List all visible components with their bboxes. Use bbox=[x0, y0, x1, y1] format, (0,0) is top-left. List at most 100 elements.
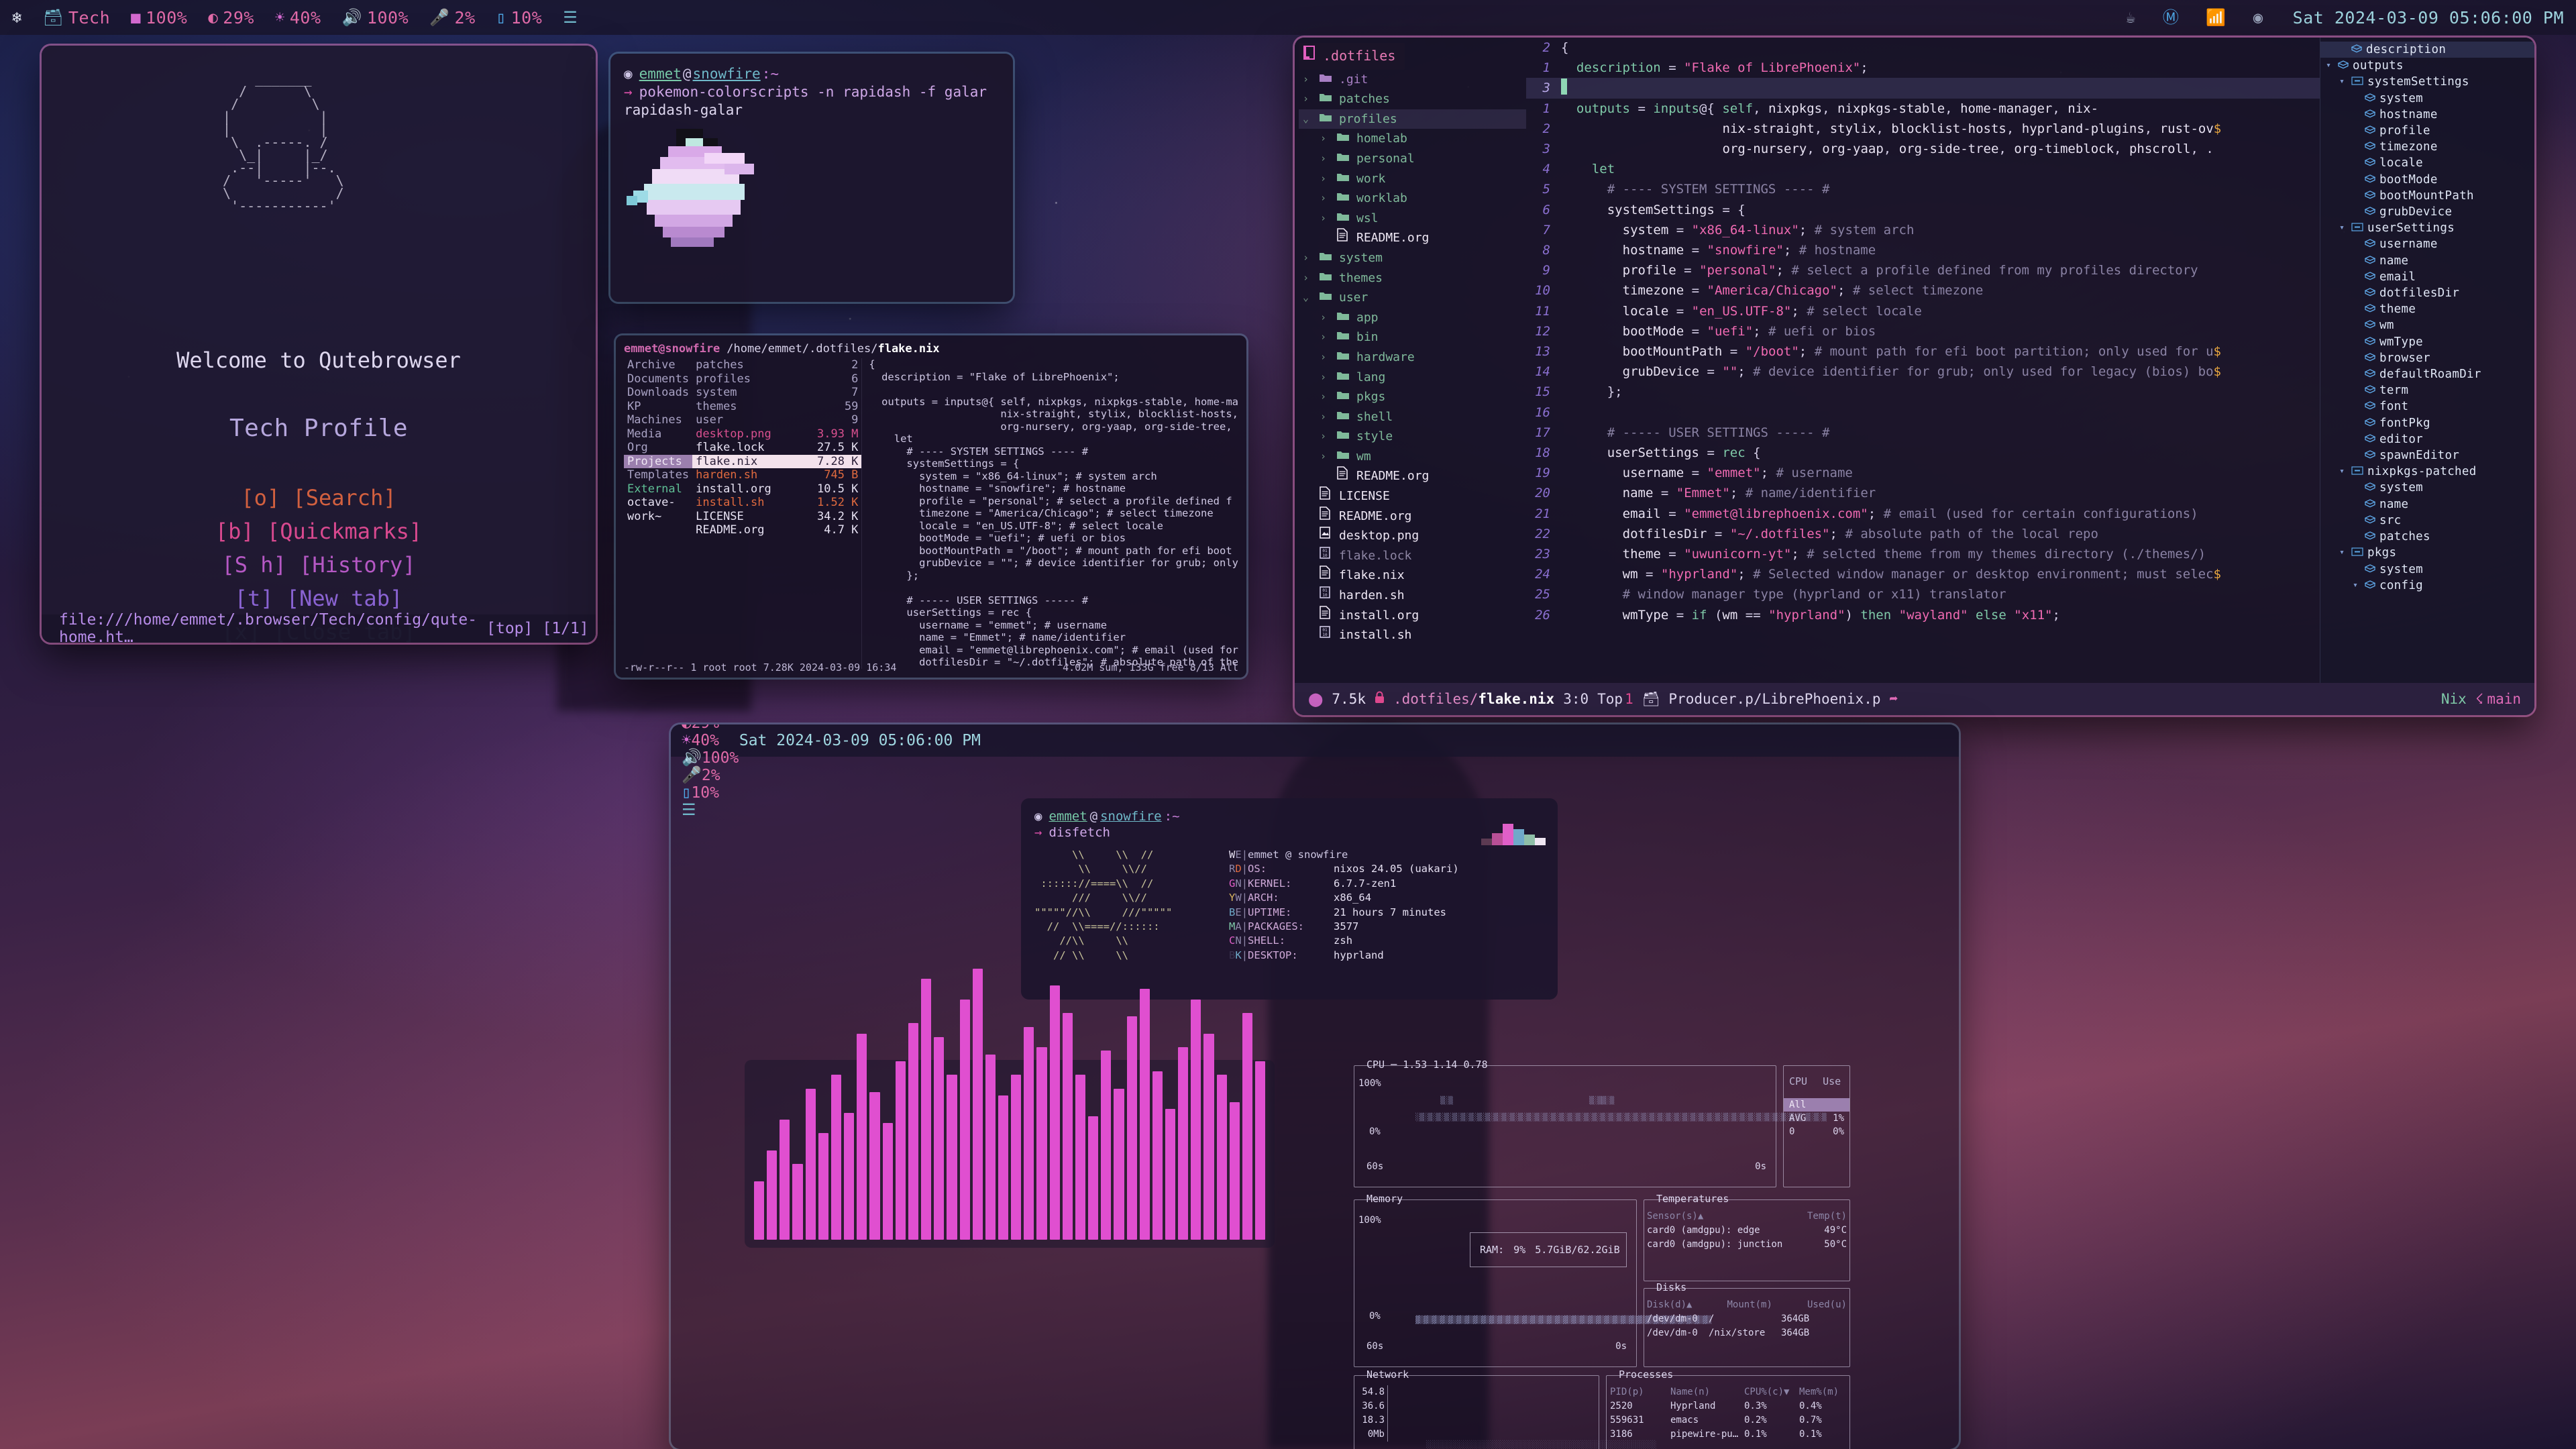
ranger-file-row[interactable]: profiles 6 bbox=[692, 372, 861, 386]
code-line[interactable]: 2{ bbox=[1526, 38, 2320, 58]
treemacs-dir-item[interactable]: › shell bbox=[1299, 407, 1526, 427]
outline-item[interactable]: name bbox=[2320, 496, 2534, 513]
ranger-parent-item[interactable]: Templates bbox=[624, 468, 692, 482]
chevron-down-icon[interactable]: ▾ bbox=[2337, 464, 2347, 480]
emacs-treemacs-sidebar[interactable]: .dotfiles › .git › patches ⌄ profiles › homelab… bbox=[1295, 38, 1526, 683]
statusbar-module-network[interactable]: 📶 bbox=[2206, 9, 2226, 25]
code-line[interactable]: 7 system = "x86_64-linux"; # system arch bbox=[1526, 220, 2320, 240]
treemacs-dir-item[interactable]: › patches bbox=[1299, 89, 1526, 109]
outline-item[interactable]: hostname bbox=[2320, 107, 2534, 123]
outline-item[interactable]: profile bbox=[2320, 123, 2534, 139]
code-line[interactable]: 8 hostname = "snowfire"; # hostname bbox=[1526, 240, 2320, 260]
treemacs-dir-item[interactable]: › bin bbox=[1299, 327, 1526, 347]
statusbar-module-idle-inhibitor[interactable]: ☕ bbox=[2126, 9, 2136, 25]
treemacs-dir-item[interactable]: › wsl bbox=[1299, 209, 1526, 229]
chevron-right-icon[interactable]: › bbox=[1303, 248, 1313, 268]
outline-item[interactable]: system bbox=[2320, 91, 2534, 107]
statusbar-module-brightness[interactable]: ☀40% bbox=[682, 732, 739, 749]
code-line[interactable]: 4 let bbox=[1526, 159, 2320, 179]
treemacs-file-item[interactable]: desktop.png bbox=[1299, 526, 1526, 546]
code-line[interactable]: 26 wmType = if (wm == "hyprland") then "… bbox=[1526, 605, 2320, 625]
ranger-file-row[interactable]: install.org 10.5 K bbox=[692, 482, 861, 496]
ranger-file-row[interactable]: LICENSE 34.2 K bbox=[692, 510, 861, 524]
btop-cpu-use-box[interactable]: CPU Use All AVG 1% 0 0% bbox=[1783, 1065, 1850, 1187]
ranger-file-row[interactable]: harden.sh 745 B bbox=[692, 468, 861, 482]
statusbar-module-memory[interactable]: ▯ 10% bbox=[496, 8, 543, 28]
qutebrowser-shortcut[interactable]: [S h] [History] bbox=[215, 548, 422, 582]
chevron-right-icon[interactable]: › bbox=[1320, 387, 1331, 407]
code-line[interactable]: 1 outputs = inputs@{ self, nixpkgs, nixp… bbox=[1526, 99, 2320, 119]
statusbar-module-nix-snowflake[interactable]: ❄ bbox=[12, 9, 22, 25]
ranger-parent-item[interactable]: KP bbox=[624, 400, 692, 414]
chevron-right-icon[interactable]: › bbox=[1320, 129, 1331, 149]
ranger-file-row[interactable]: system 7 bbox=[692, 386, 861, 400]
outline-item[interactable]: editor bbox=[2320, 431, 2534, 447]
chevron-right-icon[interactable]: › bbox=[1303, 268, 1313, 288]
code-line[interactable]: 10 timezone = "America/Chicago"; # selec… bbox=[1526, 280, 2320, 301]
chevron-down-icon[interactable]: ▾ bbox=[2337, 220, 2347, 236]
code-line[interactable]: 12 bootMode = "uefi"; # uefi or bios bbox=[1526, 321, 2320, 341]
qutebrowser-window[interactable]: _______ / \ / \ | | | | \ .-----. / \_| … bbox=[42, 46, 596, 643]
outline-item[interactable]: system bbox=[2320, 480, 2534, 496]
code-line[interactable]: 3 org-nursery, org-yaap, org-side-tree, … bbox=[1526, 139, 2320, 159]
ranger-parent-item[interactable]: Downloads bbox=[624, 386, 692, 400]
code-line[interactable]: 21 email = "emmet@librephoenix.com"; # e… bbox=[1526, 504, 2320, 524]
treemacs-dir-item[interactable]: ⌄ profiles bbox=[1299, 109, 1526, 129]
chevron-right-icon[interactable]: › bbox=[1320, 368, 1331, 388]
treemacs-dir-item[interactable]: › homelab bbox=[1299, 129, 1526, 149]
treemacs-dir-item[interactable]: › pkgs bbox=[1299, 387, 1526, 407]
chevron-right-icon[interactable]: › bbox=[1320, 427, 1331, 447]
emacs-code-buffer[interactable]: 2{1 description = "Flake of LibrePhoenix… bbox=[1526, 38, 2320, 683]
ranger-file-row[interactable]: desktop.png 3.93 M bbox=[692, 427, 861, 441]
code-line[interactable]: 2 nix-straight, stylix, blocklist-hosts,… bbox=[1526, 119, 2320, 139]
ranger-file-row[interactable]: patches 2 bbox=[692, 358, 861, 372]
btop-cpu-row[interactable]: 0 0% bbox=[1784, 1125, 1849, 1138]
ranger-parent-item[interactable]: Projects bbox=[624, 454, 693, 468]
chevron-down-icon[interactable]: ▾ bbox=[2337, 74, 2347, 90]
treemacs-dir-item[interactable]: › app bbox=[1299, 308, 1526, 328]
ranger-parent-item[interactable]: Machines bbox=[624, 413, 692, 427]
code-line[interactable]: 15 }; bbox=[1526, 382, 2320, 402]
treemacs-file-item[interactable]: README.org bbox=[1299, 466, 1526, 486]
ranger-current-column[interactable]: patches 2 profiles 6 system 7 themes 59 user 9 des… bbox=[692, 358, 862, 669]
ranger-file-row[interactable]: flake.nix 7.28 K bbox=[692, 454, 862, 468]
code-line[interactable]: 13 bootMountPath = "/boot"; # mount path… bbox=[1526, 341, 2320, 362]
qutebrowser-shortcut[interactable]: [o] [Search] bbox=[215, 481, 422, 515]
outline-item[interactable]: ▾ systemSettings bbox=[2320, 74, 2534, 90]
chevron-right-icon[interactable]: › bbox=[1320, 209, 1331, 229]
ranger-parent-item[interactable]: External bbox=[624, 482, 692, 496]
outline-item[interactable]: font bbox=[2320, 398, 2534, 415]
outline-item[interactable]: grubDevice bbox=[2320, 204, 2534, 220]
outline-item[interactable]: bootMode bbox=[2320, 172, 2534, 188]
treemacs-dir-item[interactable]: › themes bbox=[1299, 268, 1526, 288]
outline-item[interactable]: patches bbox=[2320, 529, 2534, 545]
code-line[interactable]: 11 locale = "en_US.UTF-8"; # select loca… bbox=[1526, 301, 2320, 321]
code-line[interactable]: 5 # ---- SYSTEM SETTINGS ---- # bbox=[1526, 179, 2320, 199]
outline-item[interactable]: ▾ userSettings bbox=[2320, 220, 2534, 236]
outline-item[interactable]: timezone bbox=[2320, 139, 2534, 155]
code-line[interactable]: 9 profile = "personal"; # select a profi… bbox=[1526, 260, 2320, 280]
code-line[interactable]: 24 wm = "hyprland"; # Selected window ma… bbox=[1526, 564, 2320, 584]
code-line[interactable]: 3 bbox=[1526, 78, 2320, 99]
treemacs-dir-item[interactable]: › lang bbox=[1299, 368, 1526, 388]
outline-item[interactable]: ▾ outputs bbox=[2320, 58, 2534, 74]
code-line[interactable]: 25 # window manager type (hyprland or x1… bbox=[1526, 584, 2320, 604]
outline-item[interactable]: wm bbox=[2320, 317, 2534, 333]
terminal-pokemon-window[interactable]: ◉ emmet @ snowfire :~ → pokemon-colorscr… bbox=[610, 54, 1013, 302]
ranger-file-row[interactable]: flake.lock 27.5 K bbox=[692, 441, 861, 455]
code-line[interactable]: 16 bbox=[1526, 402, 2320, 423]
chevron-right-icon[interactable]: › bbox=[1320, 189, 1331, 209]
chevron-down-icon[interactable]: ⌄ bbox=[1303, 109, 1313, 129]
chevron-right-icon[interactable]: › bbox=[1320, 347, 1331, 368]
treemacs-file-item[interactable]: 01 10 flake.lock bbox=[1299, 546, 1526, 566]
code-line[interactable]: 23 theme = "uwunicorn-yt"; # selcted the… bbox=[1526, 544, 2320, 564]
code-line[interactable]: 20 name = "Emmet"; # name/identifier bbox=[1526, 483, 2320, 503]
btop-process-row[interactable]: 3186 pipewire-pu… 0.1% 0.1% bbox=[1610, 1428, 1846, 1442]
treemacs-dir-item[interactable]: › hardware bbox=[1299, 347, 1526, 368]
chevron-right-icon[interactable]: › bbox=[1320, 169, 1331, 189]
outline-item[interactable]: ▾ pkgs bbox=[2320, 545, 2534, 561]
statusbar-module-tray-disc[interactable]: ◉ bbox=[2253, 9, 2263, 25]
btop-process-row[interactable]: 2520 Hyprland 0.3% 0.4% bbox=[1610, 1399, 1846, 1413]
treemacs-dir-item[interactable]: › system bbox=[1299, 248, 1526, 268]
ranger-file-row[interactable]: user 9 bbox=[692, 413, 861, 427]
